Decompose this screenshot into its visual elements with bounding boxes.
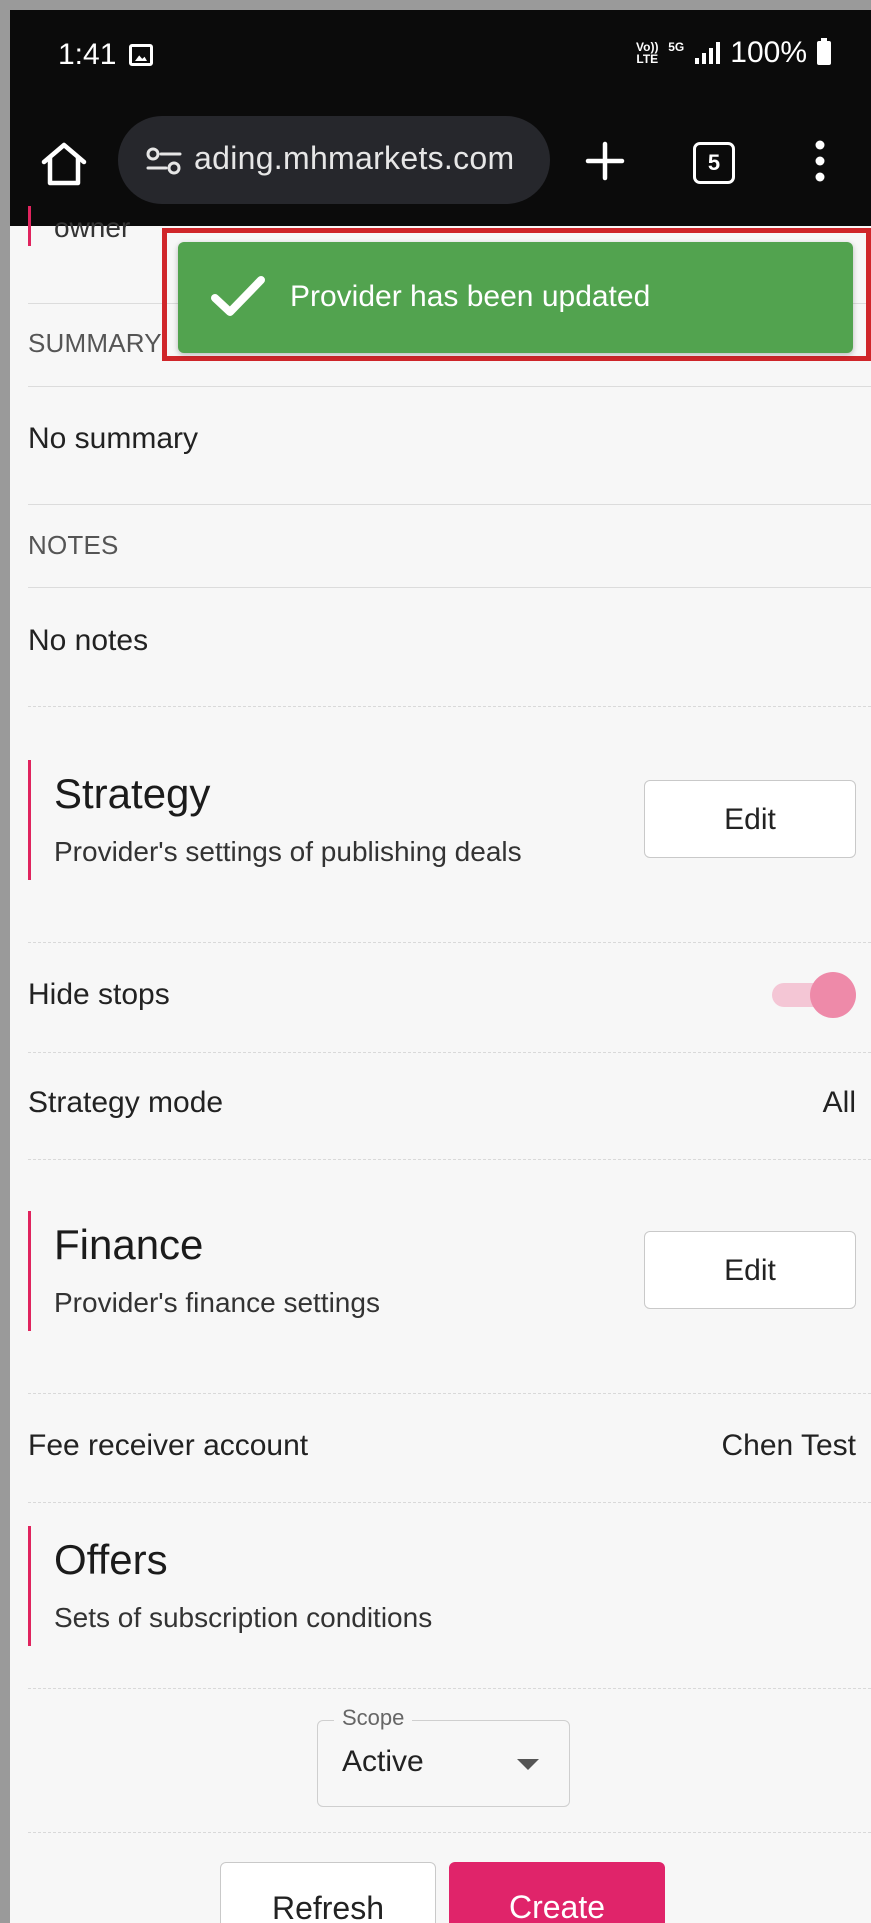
divider (28, 942, 871, 943)
toggle-thumb (810, 972, 856, 1018)
section-accent (28, 1526, 31, 1646)
page-content: owner SUMMARY No summary NOTES No notes … (10, 206, 871, 1923)
gallery-notification-icon (129, 44, 153, 66)
dropdown-arrow-icon (517, 1759, 539, 1770)
strategy-edit-button[interactable]: Edit (644, 780, 856, 858)
divider (28, 386, 871, 387)
hide-stops-toggle[interactable] (766, 969, 856, 1019)
phone-screen: 1:41 Vo)) LTE 5G 100% ading.mhmarkets.co… (10, 10, 871, 1923)
battery-percent: 100% (730, 36, 807, 69)
site-settings-icon[interactable] (144, 146, 184, 176)
toast-message: Provider has been updated (290, 280, 651, 313)
browser-toolbar: ading.mhmarkets.com 5 (10, 102, 871, 226)
finance-title: Finance (54, 1221, 204, 1268)
section-accent (28, 206, 31, 246)
section-accent (28, 1211, 31, 1331)
divider (28, 1052, 871, 1053)
notes-label: NOTES (28, 530, 119, 560)
status-indicators: Vo)) LTE 5G 100% (635, 36, 831, 70)
hide-stops-label: Hide stops (28, 978, 170, 1011)
divider (28, 1159, 871, 1160)
battery-icon (817, 38, 831, 65)
tab-switcher-button[interactable]: 5 (693, 142, 735, 184)
url-text: ading.mhmarkets.com (194, 140, 515, 176)
divider (28, 504, 871, 505)
divider (28, 1832, 871, 1833)
offers-title: Offers (54, 1536, 168, 1583)
fee-receiver-value: Chen Test (721, 1429, 856, 1462)
divider (28, 1502, 871, 1503)
divider (28, 1688, 871, 1689)
offers-subtitle: Sets of subscription conditions (54, 1602, 433, 1633)
create-button[interactable]: Create (449, 1862, 665, 1923)
checkmark-icon (211, 276, 265, 316)
summary-label: SUMMARY (28, 328, 162, 358)
more-menu-icon[interactable] (810, 136, 830, 186)
success-toast[interactable]: Provider has been updated (178, 242, 853, 353)
divider (28, 706, 871, 707)
finance-subtitle: Provider's finance settings (54, 1287, 380, 1318)
section-accent (28, 760, 31, 880)
status-time: 1:41 (58, 38, 117, 71)
signal-icon (695, 42, 721, 64)
divider (28, 1393, 871, 1394)
scope-value: Active (342, 1745, 424, 1778)
strategy-mode-label: Strategy mode (28, 1086, 224, 1119)
offers-section-header: Offers Sets of subscription conditions (28, 1526, 871, 1646)
5g-indicator: 5G (668, 40, 685, 54)
network-indicators: Vo)) LTE 5G (635, 41, 685, 65)
summary-value: No summary (28, 422, 199, 455)
address-bar[interactable]: ading.mhmarkets.com (118, 116, 550, 204)
home-icon[interactable] (36, 136, 92, 192)
strategy-title: Strategy (54, 770, 211, 817)
new-tab-icon[interactable] (580, 136, 630, 186)
volte-indicator: Vo)) LTE (636, 40, 659, 66)
strategy-mode-value: All (822, 1086, 856, 1119)
owner-text-partial: owner (54, 212, 131, 243)
strategy-subtitle: Provider's settings of publishing deals (54, 836, 522, 867)
divider (28, 587, 871, 588)
scope-label: Scope (334, 1705, 413, 1731)
notes-value: No notes (28, 624, 149, 657)
refresh-button[interactable]: Refresh (220, 1862, 436, 1923)
fee-receiver-label: Fee receiver account (28, 1429, 309, 1462)
status-bar: 1:41 Vo)) LTE 5G 100% (10, 10, 871, 102)
scope-select[interactable]: Scope Active (317, 1705, 570, 1807)
finance-edit-button[interactable]: Edit (644, 1231, 856, 1309)
